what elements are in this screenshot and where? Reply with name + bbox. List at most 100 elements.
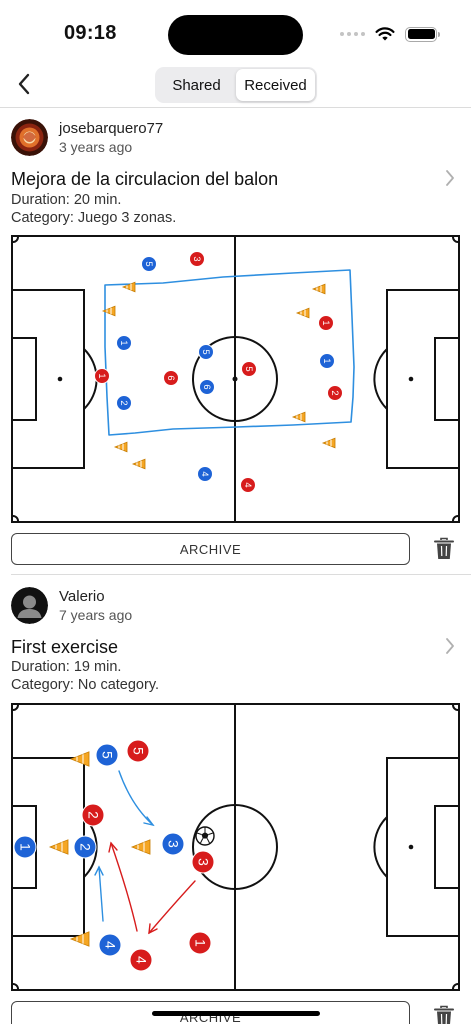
delete-button[interactable] xyxy=(433,1005,455,1024)
back-button[interactable] xyxy=(8,66,40,102)
player-number: 3 xyxy=(192,256,202,261)
player-number: 2 xyxy=(86,811,101,819)
wifi-icon xyxy=(375,26,395,40)
player-number: 2 xyxy=(78,843,93,851)
chevron-left-icon xyxy=(18,73,30,95)
blue-player-token[interactable]: 2 xyxy=(73,835,97,859)
home-indicator xyxy=(152,1011,320,1016)
tactics-board[interactable]: 5 1 2 3 4 5 2 3 4 1 xyxy=(11,703,460,991)
blue-player-token[interactable]: 1 xyxy=(13,835,37,859)
red-player-token[interactable]: 5 xyxy=(241,361,257,377)
exercise-title[interactable]: First exercise xyxy=(11,637,118,658)
cone-icon xyxy=(291,411,306,423)
player-number: 4 xyxy=(200,471,210,476)
blue-player-token[interactable]: 5 xyxy=(141,256,157,272)
blue-player-token[interactable]: 4 xyxy=(98,933,122,957)
blue-player-token[interactable]: 1 xyxy=(319,353,335,369)
ball-icon xyxy=(195,826,215,846)
cone-icon xyxy=(69,931,90,947)
red-player-token[interactable]: 4 xyxy=(129,948,153,972)
tab-received[interactable]: Received xyxy=(236,69,315,101)
penalty-spot-right xyxy=(408,844,414,850)
exercise-title[interactable]: Mejora de la circulacion del balon xyxy=(11,169,278,190)
status-bar: 09:18 xyxy=(0,0,471,62)
blue-player-token[interactable]: 3 xyxy=(161,832,185,856)
blue-player-token[interactable]: 2 xyxy=(116,395,132,411)
red-player-token[interactable]: 2 xyxy=(327,385,343,401)
exercise-category: Category: No category. xyxy=(11,677,160,693)
card-divider xyxy=(11,574,471,575)
red-player-token[interactable]: 3 xyxy=(191,850,215,874)
player-number: 1 xyxy=(97,373,107,378)
red-player-token[interactable]: 1 xyxy=(94,368,110,384)
blue-player-token[interactable]: 1 xyxy=(116,335,132,351)
player-number: 1 xyxy=(322,358,332,363)
red-player-token[interactable]: 1 xyxy=(318,315,334,331)
player-number: 5 xyxy=(244,366,254,371)
exercise-duration: Duration: 20 min. xyxy=(11,192,122,208)
red-player-token[interactable]: 5 xyxy=(126,739,150,763)
blue-player-token[interactable]: 5 xyxy=(198,344,214,360)
cone-icon xyxy=(295,307,310,319)
player-number: 5 xyxy=(201,349,211,354)
archive-button[interactable]: ARCHIVE xyxy=(11,533,410,565)
author-time-ago: 3 years ago xyxy=(59,139,133,155)
red-player-token[interactable]: 2 xyxy=(81,803,105,827)
red-player-token[interactable]: 1 xyxy=(188,931,212,955)
player-number: 1 xyxy=(321,320,331,325)
dynamic-island xyxy=(168,15,303,55)
author-name: Valerio xyxy=(59,588,105,605)
trash-icon xyxy=(434,1005,454,1024)
battery-icon xyxy=(405,26,440,42)
red-player-token[interactable]: 4 xyxy=(240,477,256,493)
penalty-spot-left xyxy=(57,376,63,382)
player-number: 5 xyxy=(100,751,115,759)
default-person-avatar xyxy=(11,587,48,624)
cone-icon xyxy=(311,283,326,295)
author-time-ago: 7 years ago xyxy=(59,607,133,623)
blue-player-token[interactable]: 6 xyxy=(199,379,215,395)
player-number: 5 xyxy=(144,261,154,266)
player-number: 4 xyxy=(243,482,253,487)
avatar[interactable] xyxy=(11,119,48,156)
cone-icon xyxy=(113,441,128,453)
trash-icon xyxy=(434,537,454,559)
player-number: 2 xyxy=(119,400,129,405)
status-icons xyxy=(340,26,440,42)
chevron-right-icon xyxy=(446,638,454,654)
tactics-board[interactable]: 5 1 5 6 2 4 1 3 1 6 5 1 2 4 xyxy=(11,235,460,523)
avatar[interactable] xyxy=(11,587,48,624)
open-exercise-button[interactable] xyxy=(445,170,455,191)
player-number: 5 xyxy=(131,747,146,755)
exercise-duration: Duration: 19 min. xyxy=(11,659,122,675)
player-number: 1 xyxy=(119,340,129,345)
exercise-category: Category: Juego 3 zonas. xyxy=(11,210,177,226)
nav-bar: Shared Received xyxy=(0,62,471,108)
blue-player-token[interactable]: 5 xyxy=(95,743,119,767)
user-photo-avatar xyxy=(11,119,48,156)
cone-icon xyxy=(130,839,151,855)
blue-player-token[interactable]: 4 xyxy=(197,466,213,482)
tab-shared[interactable]: Shared xyxy=(157,69,236,101)
open-exercise-button[interactable] xyxy=(445,638,455,659)
player-number: 3 xyxy=(166,840,181,848)
red-player-token[interactable]: 6 xyxy=(163,370,179,386)
cone-icon xyxy=(321,437,336,449)
penalty-spot-right xyxy=(408,376,414,382)
status-time: 09:18 xyxy=(64,22,117,44)
cellular-signal-icon xyxy=(340,32,365,36)
shared-received-segmented-control: Shared Received xyxy=(155,67,317,103)
cone-icon xyxy=(48,839,69,855)
player-number: 1 xyxy=(18,843,33,851)
chevron-right-icon xyxy=(446,170,454,186)
player-number: 4 xyxy=(103,941,118,949)
delete-button[interactable] xyxy=(433,537,455,561)
cone-icon xyxy=(131,458,146,470)
player-number: 6 xyxy=(202,384,212,389)
player-number: 6 xyxy=(166,375,176,380)
player-number: 4 xyxy=(134,956,149,964)
red-player-token[interactable]: 3 xyxy=(189,251,205,267)
author-name: josebarquero77 xyxy=(59,120,164,137)
player-number: 2 xyxy=(330,390,340,395)
player-number: 3 xyxy=(196,858,211,866)
